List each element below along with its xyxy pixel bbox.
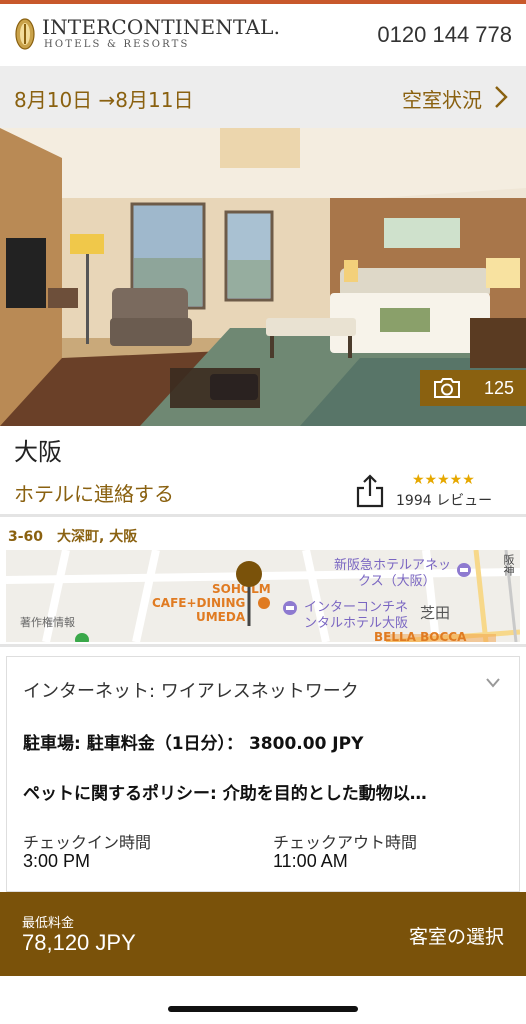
intercontinental-emblem-icon bbox=[15, 18, 35, 50]
hotel-photo[interactable]: 125 bbox=[0, 128, 526, 426]
checkin-label: チェックイン時間 bbox=[23, 833, 152, 852]
divider bbox=[0, 644, 526, 647]
checkout-time: 11:00 AM bbox=[273, 851, 348, 871]
location-map[interactable]: SOHOLM CAFE+DINING UMEDA インターコンチネ ンタルホテル… bbox=[6, 550, 520, 642]
select-room-button[interactable]: 客室の選択 bbox=[409, 922, 504, 949]
contact-hotel-link[interactable]: ホテルに連絡する bbox=[14, 478, 174, 507]
pet-policy-info: ペットに関するポリシー: 介助を目的とした動物以… bbox=[23, 784, 427, 804]
lowest-price: 78,120 JPY bbox=[22, 930, 136, 955]
availability-link[interactable]: 空室状況 bbox=[402, 84, 482, 113]
hotel-address: 3-60 大深町, 大阪 bbox=[8, 529, 138, 545]
checkout-label: チェックアウト時間 bbox=[273, 833, 418, 852]
map-label-bella: BELLA BOCCA bbox=[374, 630, 467, 642]
home-indicator[interactable] bbox=[168, 1006, 358, 1012]
parking-info: 駐車場: 駐車料金（1日分）： 3800.00 JPY bbox=[23, 734, 364, 754]
map-label-cafe: CAFE+DINING bbox=[152, 596, 246, 610]
stay-dates[interactable]: 8月10日 →8月11日 bbox=[14, 84, 193, 113]
map-label-ic-2: ンタルホテル大阪 bbox=[304, 616, 409, 631]
lowest-price-label: 最低料金 bbox=[22, 916, 75, 931]
internet-info: インターネット: ワイアレスネットワーク bbox=[23, 681, 359, 702]
share-icon[interactable] bbox=[356, 474, 384, 508]
map-copyright-link[interactable]: 著作権情報 bbox=[20, 614, 75, 630]
hotel-poi-icon bbox=[457, 563, 471, 577]
chevron-right-icon[interactable] bbox=[492, 84, 510, 110]
map-label-kobe: 阪神 bbox=[502, 554, 515, 576]
chevron-down-icon[interactable] bbox=[485, 677, 501, 689]
map-label-shibata: 芝田 bbox=[420, 604, 451, 622]
hotel-location-pin-icon bbox=[236, 561, 262, 626]
brand-logo[interactable]: INTERCONTINENTAL. HOTELS & RESORTS bbox=[14, 16, 280, 52]
map-label-hankyu-2: クス（大阪） bbox=[358, 574, 436, 589]
camera-icon bbox=[434, 378, 460, 398]
phone-number-link[interactable]: 0120 144 778 bbox=[377, 22, 512, 48]
divider bbox=[0, 514, 526, 517]
header: INTERCONTINENTAL. HOTELS & RESORTS 0120 … bbox=[0, 4, 526, 66]
date-bar[interactable]: 8月10日 →8月11日 空室状況 bbox=[0, 66, 526, 128]
hotel-city: 大阪 bbox=[14, 438, 62, 466]
review-count-link[interactable]: 1994 レビュー bbox=[396, 490, 492, 510]
brand-name: INTERCONTINENTAL. bbox=[42, 15, 281, 39]
hotel-details-card: インターネット: ワイアレスネットワーク 駐車場: 駐車料金（1日分）： 380… bbox=[6, 656, 520, 892]
price-bar: 最低料金 78,120 JPY 客室の選択 bbox=[0, 892, 526, 976]
brand-subtitle: HOTELS & RESORTS bbox=[44, 39, 190, 50]
star-rating: ★★★★★ bbox=[412, 472, 475, 488]
checkin-time: 3:00 PM bbox=[23, 851, 91, 871]
photo-count: 125 bbox=[483, 377, 514, 398]
hotel-poi-icon bbox=[283, 601, 297, 615]
photo-count-badge[interactable]: 125 bbox=[420, 370, 526, 406]
